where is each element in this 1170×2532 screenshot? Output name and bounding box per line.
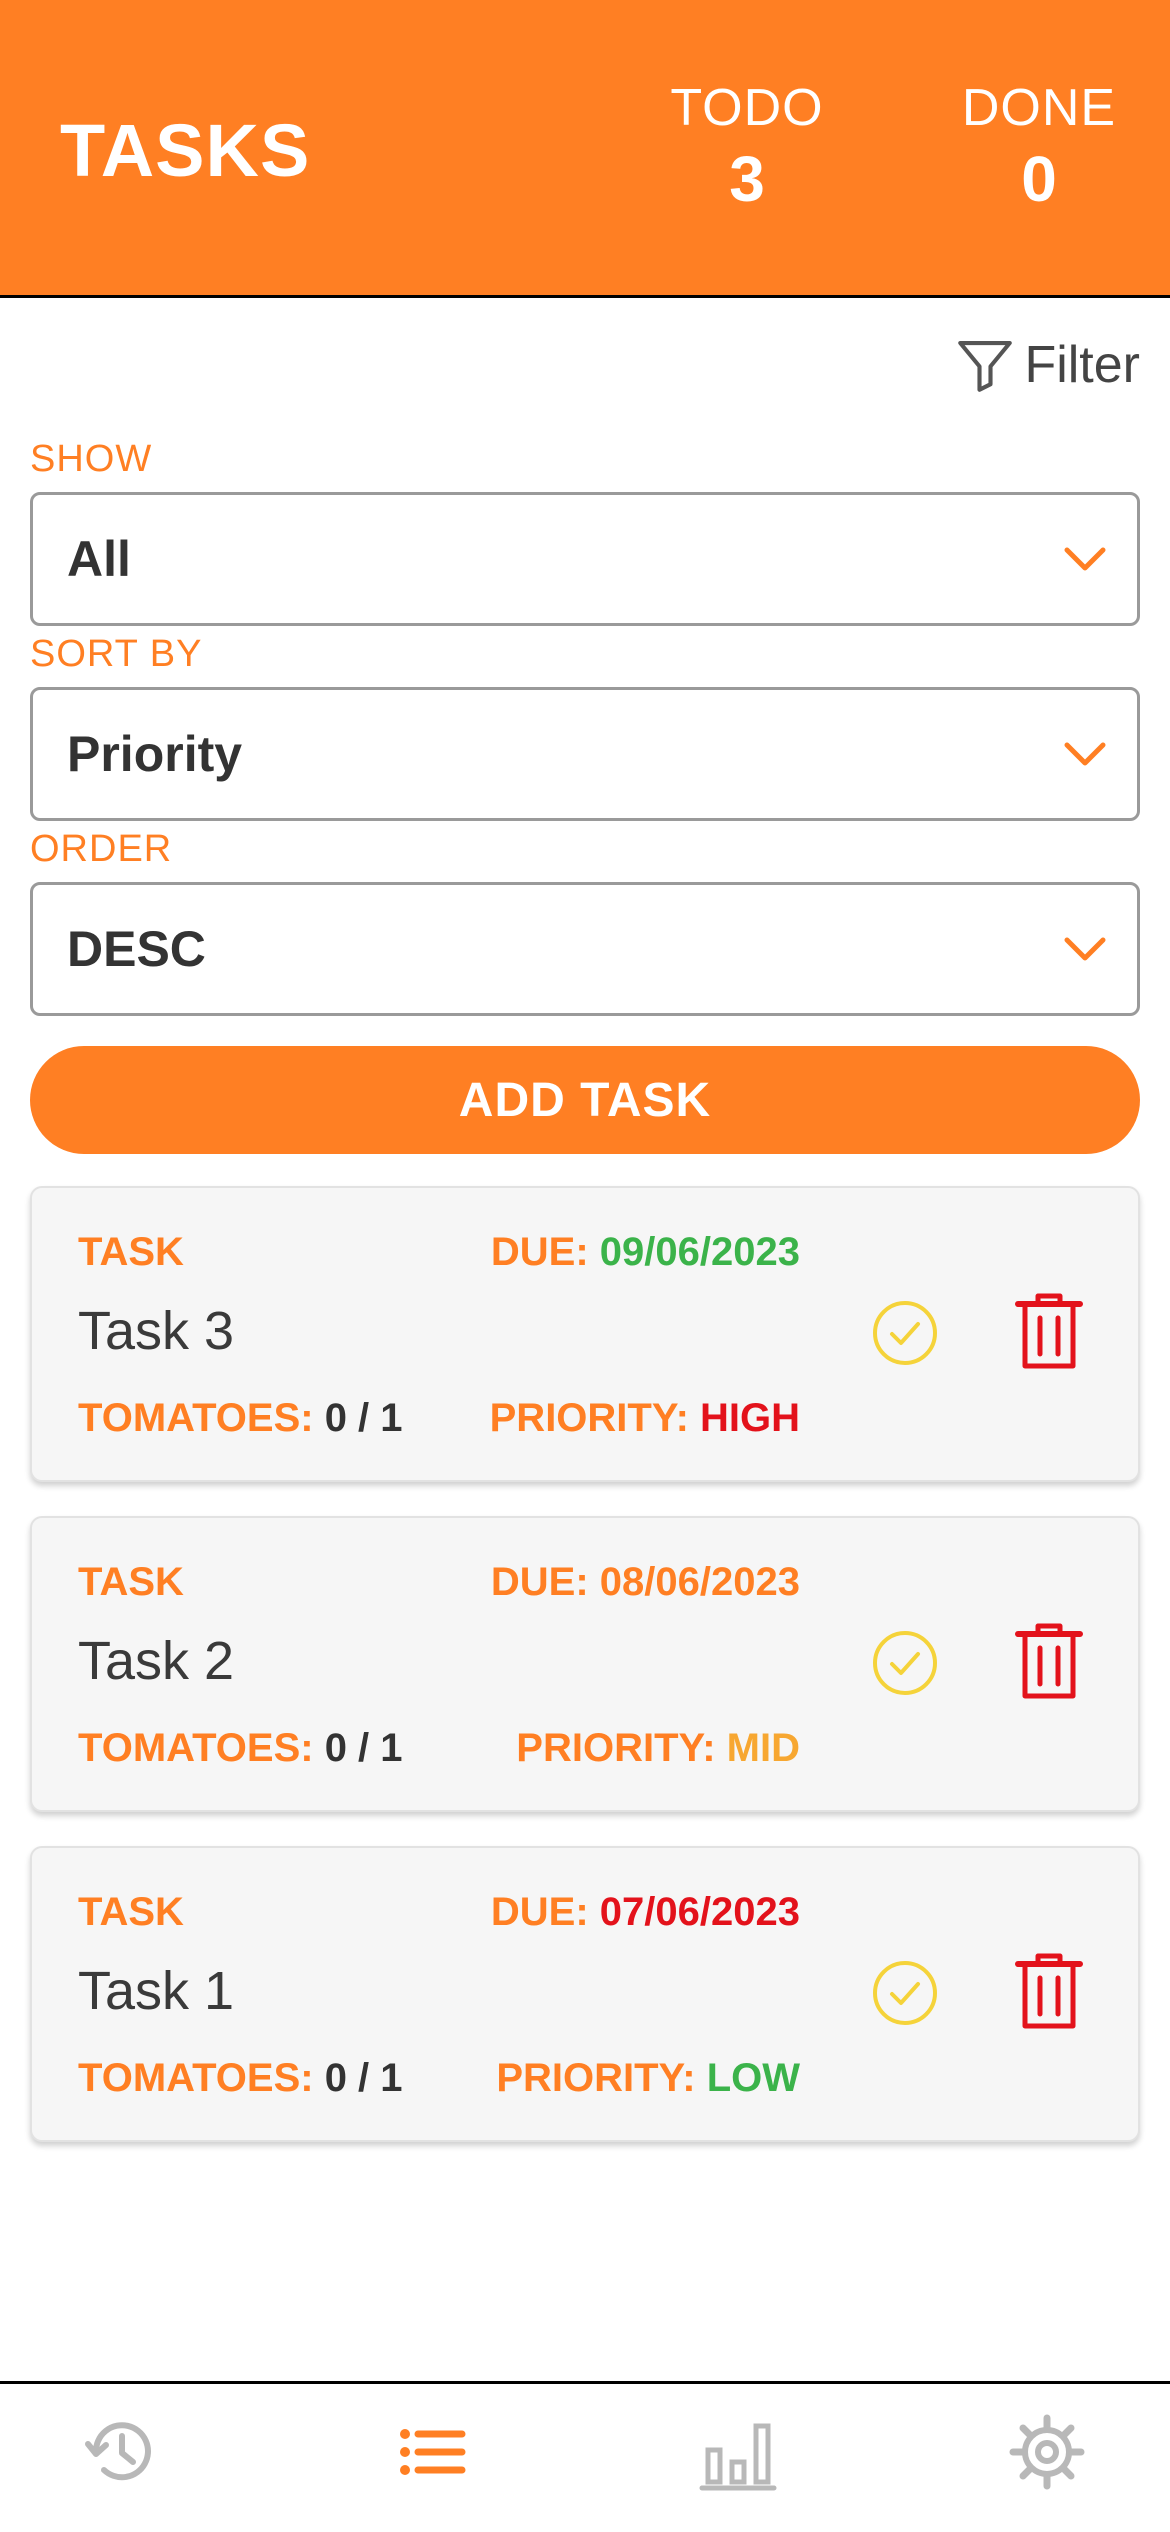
tomatoes-value: 0 / 1 [324,1396,403,1440]
done-count: 0 [1021,143,1057,215]
task-name: Task 2 [78,1631,235,1691]
chevron-down-icon [1064,742,1106,766]
trash-icon[interactable] [1014,1622,1084,1700]
bottom-nav [0,2381,1170,2532]
check-circle-icon[interactable] [870,1298,940,1368]
task-label: TASK [78,1230,184,1274]
task-card: TASK DUE: 09/06/2023 Task 3 TOMATOES: 0 … [30,1186,1140,1482]
due-label: DUE: [490,1560,600,1604]
check-circle-icon[interactable] [870,1958,940,2028]
priority-label: PRIORITY: [489,1396,700,1440]
nav-settings[interactable] [1007,2412,1087,2492]
check-circle-icon[interactable] [870,1628,940,1698]
trash-icon[interactable] [1014,1292,1084,1370]
sort-by-select[interactable]: Priority [30,687,1140,821]
due-value: 09/06/2023 [599,1230,800,1274]
tomatoes-label: TOMATOES: [78,2056,325,2100]
priority-value: MID [726,1726,800,1770]
gear-icon [1009,2414,1085,2490]
due-date: DUE: 09/06/2023 [480,1230,800,1275]
add-task-button[interactable]: ADD TASK [30,1046,1140,1154]
list-icon [400,2429,466,2475]
due-date: DUE: 07/06/2023 [480,1890,800,1935]
task-label: TASK [78,1560,184,1604]
task-card: TASK DUE: 07/06/2023 Task 1 TOMATOES: 0 … [30,1846,1140,2142]
priority-label: PRIORITY: [516,1726,727,1770]
tomatoes: TOMATOES: 0 / 1 [78,1726,403,1771]
history-icon [85,2422,151,2481]
tomatoes-label: TOMATOES: [78,1726,325,1770]
due-label: DUE: [490,1230,600,1274]
tomatoes: TOMATOES: 0 / 1 [78,2056,403,2101]
task-name: Task 1 [78,1961,235,2021]
task-card: TASK DUE: 08/06/2023 Task 2 TOMATOES: 0 … [30,1516,1140,1812]
due-label: DUE: [490,1890,600,1934]
sort-by-label: SORT BY [30,633,203,675]
filter-label: Filter [1024,336,1140,394]
tomatoes-value: 0 / 1 [324,1726,403,1770]
todo-label: TODO [670,79,824,137]
tomatoes-value: 0 / 1 [324,2056,403,2100]
header-bar: TASKS TODO 3 DONE 0 [0,0,1170,298]
filter-button[interactable]: Filter [952,330,1140,400]
page-title: TASKS [60,109,311,192]
priority-value: HIGH [700,1396,800,1440]
priority: PRIORITY: LOW [480,2056,800,2101]
todo-count: 3 [729,143,765,215]
filter-icon [958,340,1013,392]
todo-counter: TODO 3 [647,78,847,216]
priority-value: LOW [706,2056,800,2100]
chevron-down-icon [1064,547,1106,571]
task-label: TASK [78,1890,184,1934]
done-counter: DONE 0 [939,78,1139,216]
priority-label: PRIORITY: [496,2056,707,2100]
nav-stats[interactable] [698,2412,778,2492]
order-label: ORDER [30,828,173,870]
due-value: 07/06/2023 [599,1890,800,1934]
done-label: DONE [961,79,1117,137]
nav-history[interactable] [82,2412,162,2492]
priority: PRIORITY: MID [480,1726,800,1771]
chevron-down-icon [1064,937,1106,961]
order-select[interactable]: DESC [30,882,1140,1016]
priority: PRIORITY: HIGH [480,1396,800,1441]
due-date: DUE: 08/06/2023 [480,1560,800,1605]
task-name: Task 3 [78,1301,235,1361]
bar-chart-icon [699,2423,777,2491]
show-select[interactable]: All [30,492,1140,626]
trash-icon[interactable] [1014,1952,1084,2030]
due-value: 08/06/2023 [599,1560,800,1604]
show-value: All [67,531,131,587]
nav-tasks[interactable] [392,2412,472,2492]
order-value: DESC [67,921,206,977]
show-label: SHOW [30,438,153,480]
tomatoes: TOMATOES: 0 / 1 [78,1396,403,1441]
tomatoes-label: TOMATOES: [78,1396,325,1440]
sort-by-value: Priority [67,726,243,782]
